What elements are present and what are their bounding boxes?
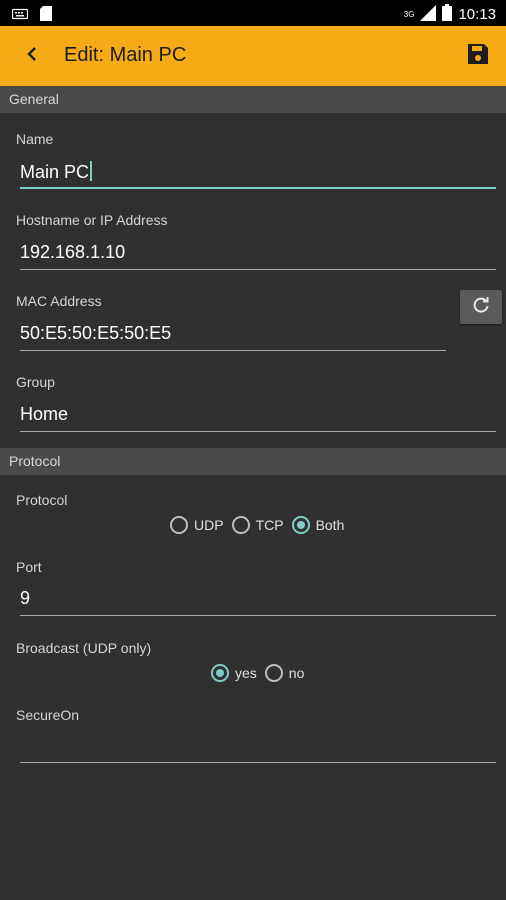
arrow-back-icon — [25, 46, 39, 66]
protocol-label: Protocol — [16, 492, 68, 508]
keyboard-icon — [11, 7, 29, 25]
name-label: Name — [16, 131, 54, 147]
save-button[interactable] — [464, 42, 492, 70]
clock: 10:13 — [458, 6, 496, 23]
radio-no-label: no — [288, 665, 305, 681]
mac-field[interactable]: 50:E5:50:E5:50:E5 — [20, 319, 446, 351]
broadcast-option-yes[interactable]: yes — [211, 664, 257, 682]
sd-card-icon — [40, 6, 52, 26]
status-bar: 3G 10:13 — [0, 0, 506, 26]
broadcast-label: Broadcast (UDP only) — [16, 640, 152, 656]
battery-icon — [442, 4, 453, 25]
group-field[interactable]: Home — [20, 400, 496, 432]
section-protocol: Protocol — [0, 448, 506, 475]
host-label: Hostname or IP Address — [16, 212, 168, 228]
name-value: Main PC — [20, 162, 90, 182]
page-title: Edit: Main PC — [64, 44, 187, 66]
broadcast-radio-group: yes no — [211, 664, 312, 682]
protocol-option-udp[interactable]: UDP — [170, 516, 224, 534]
radio-tcp[interactable] — [231, 516, 250, 534]
radio-udp[interactable] — [170, 516, 188, 534]
protocol-option-both[interactable]: Both — [291, 516, 345, 534]
network-type: 3G — [403, 10, 415, 19]
refresh-mac-button[interactable] — [460, 290, 502, 324]
protocol-radio-group: UDP TCP Both — [170, 516, 352, 534]
signal-icon — [420, 4, 437, 25]
group-label: Group — [16, 374, 55, 390]
port-label: Port — [16, 559, 42, 575]
back-button[interactable] — [18, 42, 46, 70]
radio-tcp-label: TCP — [255, 517, 284, 533]
save-icon — [467, 43, 489, 70]
radio-yes-label: yes — [235, 665, 257, 681]
protocol-option-tcp[interactable]: TCP — [231, 516, 284, 534]
text-cursor — [90, 161, 93, 181]
radio-both-label: Both — [315, 517, 345, 533]
secureon-field[interactable] — [20, 731, 496, 763]
radio-yes[interactable] — [211, 664, 229, 682]
radio-udp-label: UDP — [194, 517, 224, 533]
radio-no[interactable] — [264, 664, 283, 682]
mac-label: MAC Address — [16, 293, 102, 309]
radio-both[interactable] — [291, 516, 310, 534]
refresh-icon — [472, 296, 490, 319]
app-bar: Edit: Main PC — [0, 26, 506, 86]
section-general: General — [0, 86, 506, 113]
host-field[interactable]: 192.168.1.10 — [20, 238, 496, 270]
port-field[interactable]: 9 — [20, 584, 496, 616]
name-field[interactable]: Main PC — [20, 157, 496, 189]
broadcast-option-no[interactable]: no — [264, 664, 305, 682]
secureon-label: SecureOn — [16, 707, 80, 723]
